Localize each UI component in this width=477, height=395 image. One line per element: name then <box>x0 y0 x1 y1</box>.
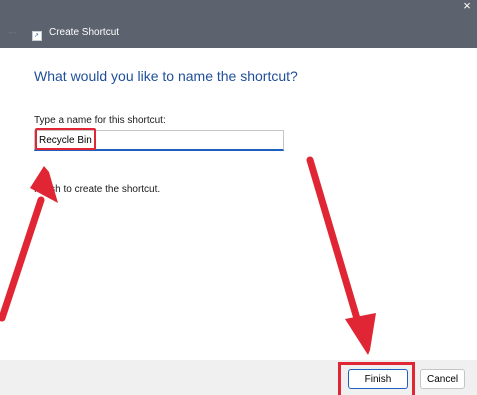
arrow-to-input-shaft <box>0 196 45 322</box>
instruction-text: Finish to create the shortcut. <box>34 184 161 195</box>
finish-button[interactable]: Finish <box>348 369 408 389</box>
shortcut-icon: ↗ <box>32 31 42 41</box>
window-title: Create Shortcut <box>49 27 120 38</box>
create-shortcut-window: ← ↗ Create Shortcut × What would you lik… <box>0 0 477 395</box>
arrow-to-finish-shaft <box>306 156 362 326</box>
close-icon[interactable]: × <box>458 0 476 14</box>
shortcut-name-label: Type a name for this shortcut: <box>34 115 166 126</box>
annotation-overlay <box>0 156 376 355</box>
cancel-button[interactable]: Cancel <box>420 369 465 389</box>
shortcut-name-input[interactable] <box>34 130 284 151</box>
page-title: What would you like to name the shortcut… <box>34 68 298 84</box>
back-arrow-icon[interactable]: ← <box>6 24 19 38</box>
title-bar: ← ↗ Create Shortcut × <box>0 0 477 48</box>
shortcut-arrow-icon: ↗ <box>34 33 40 39</box>
arrow-to-finish-head <box>345 313 376 355</box>
